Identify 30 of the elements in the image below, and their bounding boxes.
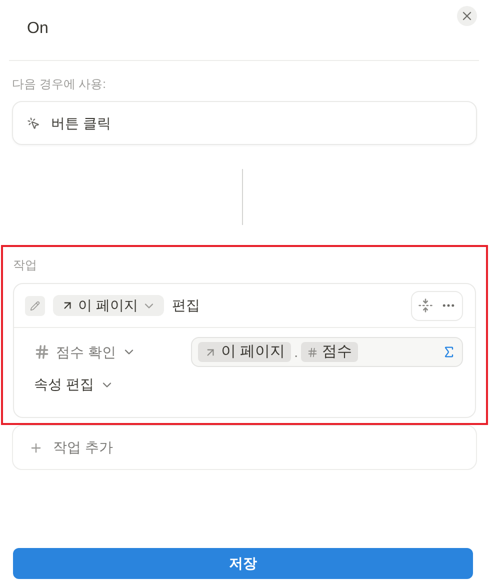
- page-token: 이 페이지: [198, 342, 292, 362]
- trigger-value: 버튼 클릭: [51, 114, 111, 132]
- edit-property-dropdown[interactable]: 속성 편집: [34, 374, 114, 395]
- hash-icon: [307, 346, 318, 358]
- target-dropdown[interactable]: 이 페이지: [53, 295, 164, 316]
- collapse-icon[interactable]: [418, 298, 433, 313]
- action-verb: 편집: [172, 296, 200, 315]
- pencil-icon[interactable]: [25, 296, 45, 316]
- arrow-icon: [61, 299, 74, 312]
- section-label: 다음 경우에 사용:: [12, 77, 106, 91]
- hash-icon: [34, 344, 50, 360]
- trigger-card[interactable]: 버튼 클릭: [12, 101, 477, 145]
- save-button[interactable]: 저장: [13, 548, 473, 579]
- close-button[interactable]: [457, 6, 477, 26]
- target-label: 이 페이지: [78, 296, 138, 315]
- property-name: 점수 확인: [56, 342, 116, 362]
- section-label: 작업: [13, 258, 37, 272]
- dialog-title: On: [27, 20, 48, 37]
- property-token: 점수: [301, 342, 358, 362]
- separator: .: [293, 343, 300, 362]
- edit-property-label: 속성 편집: [34, 375, 94, 394]
- add-action-button[interactable]: 작업 추가: [12, 425, 477, 470]
- formula-field[interactable]: 이 페이지 . 점수: [191, 337, 463, 367]
- add-action-label: 작업 추가: [53, 438, 113, 457]
- plus-icon: [29, 440, 43, 454]
- close-icon: [460, 9, 474, 23]
- connector-line: [242, 169, 243, 225]
- sigma-icon[interactable]: [442, 345, 456, 359]
- click-icon: [27, 116, 40, 130]
- property-dropdown[interactable]: 점수 확인: [34, 342, 136, 362]
